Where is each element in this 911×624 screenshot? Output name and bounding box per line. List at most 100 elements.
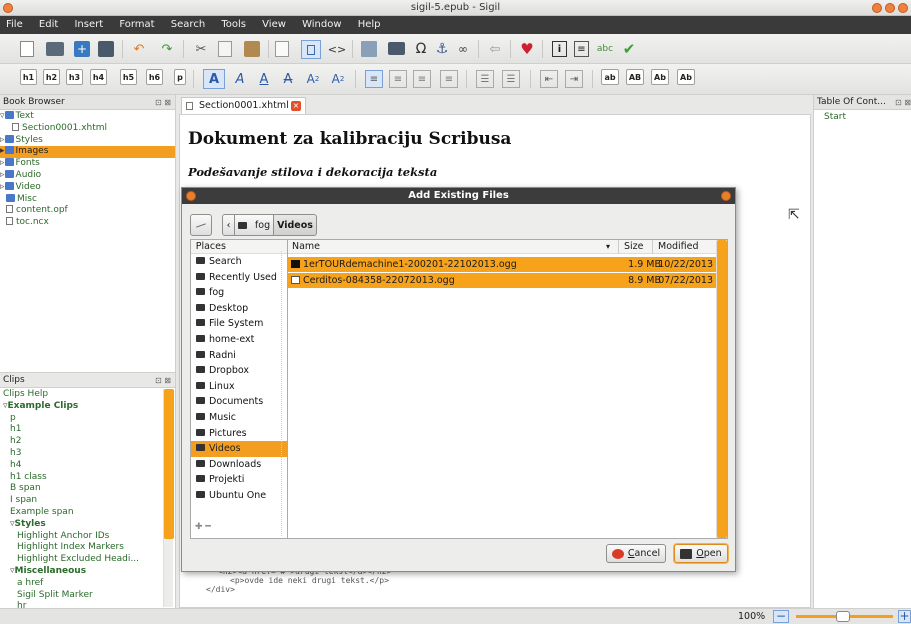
menu-help[interactable]: Help bbox=[358, 19, 381, 30]
place-item[interactable]: File System bbox=[191, 316, 287, 332]
bullet-list-icon[interactable]: ☰ bbox=[476, 70, 494, 88]
file-list-scroll-thumb[interactable] bbox=[717, 240, 727, 538]
new-file-icon[interactable] bbox=[20, 41, 34, 57]
align-left-icon[interactable]: ≡ bbox=[365, 70, 383, 88]
path-fog-button[interactable]: fog bbox=[234, 214, 274, 236]
heading-h3-button[interactable]: h3 bbox=[66, 69, 83, 85]
tree-item-styles[interactable]: ▹ Styles bbox=[0, 134, 175, 147]
clip-item[interactable]: h2 bbox=[0, 436, 163, 448]
place-item[interactable]: Desktop bbox=[191, 301, 287, 317]
tree-item-toc-ncx[interactable]: toc.ncx bbox=[0, 217, 175, 229]
dialog-close-icon[interactable] bbox=[721, 191, 731, 201]
add-file-icon[interactable]: + bbox=[74, 41, 90, 57]
window-menu-icon[interactable] bbox=[3, 3, 13, 13]
paragraph-button[interactable]: p bbox=[174, 69, 186, 85]
code-view-icon[interactable]: <> bbox=[328, 40, 346, 58]
clip-item[interactable]: a href bbox=[0, 578, 163, 590]
increase-indent-icon[interactable]: ⇥ bbox=[565, 70, 583, 88]
zoom-in-button[interactable]: + bbox=[898, 610, 911, 623]
menu-view[interactable]: View bbox=[262, 19, 286, 30]
cut-icon[interactable]: ✂ bbox=[192, 40, 210, 58]
close-window-icon[interactable] bbox=[898, 3, 908, 13]
place-item[interactable]: home-ext bbox=[191, 332, 287, 348]
tree-item-misc[interactable]: Misc bbox=[0, 193, 175, 206]
clip-item[interactable]: Example span bbox=[0, 507, 163, 519]
column-modified[interactable]: Modified bbox=[658, 240, 699, 254]
titlecase-button[interactable]: Ab bbox=[651, 69, 669, 85]
align-right-icon[interactable]: ≡ bbox=[413, 70, 431, 88]
menu-tools[interactable]: Tools bbox=[221, 19, 246, 30]
back-icon[interactable]: ⇦ bbox=[486, 40, 504, 58]
numbered-list-icon[interactable]: ☰ bbox=[502, 70, 520, 88]
italic-icon[interactable]: A bbox=[230, 69, 250, 89]
heading-h1-button[interactable]: h1 bbox=[20, 69, 37, 85]
open-folder-icon[interactable] bbox=[46, 42, 64, 56]
split-chapter-icon[interactable] bbox=[361, 41, 377, 57]
spellcheck-icon[interactable]: abc bbox=[596, 40, 614, 58]
toc-icon[interactable]: ≡ bbox=[574, 41, 589, 57]
menu-format[interactable]: Format bbox=[119, 19, 154, 30]
clip-item[interactable]: ▿Example Clips bbox=[0, 401, 163, 413]
tree-item-content-opf[interactable]: content.opf bbox=[0, 205, 175, 217]
panel-close-icon[interactable]: ⊡ ⊠ bbox=[155, 95, 171, 110]
insert-anchor-icon[interactable]: ⚓ bbox=[433, 40, 451, 58]
tree-item-video[interactable]: ▹ Video bbox=[0, 181, 175, 194]
superscript-icon[interactable]: A2 bbox=[328, 69, 348, 89]
menu-search[interactable]: Search bbox=[171, 19, 205, 30]
underline-icon[interactable]: A bbox=[254, 69, 274, 89]
place-item[interactable]: Recently Used bbox=[191, 270, 287, 286]
file-row-1[interactable]: 1erTOURdemachine1-200201-22102013.ogg 1.… bbox=[288, 257, 716, 272]
place-item[interactable]: Pictures bbox=[191, 426, 287, 442]
save-icon[interactable] bbox=[98, 41, 114, 57]
heading-h4-button[interactable]: h4 bbox=[90, 69, 107, 85]
column-name[interactable]: Name bbox=[292, 240, 320, 254]
capitalize-button[interactable]: Ab bbox=[677, 69, 695, 85]
uppercase-button[interactable]: AB bbox=[626, 69, 644, 85]
metadata-icon[interactable]: i bbox=[552, 41, 567, 57]
menu-insert[interactable]: Insert bbox=[74, 19, 103, 30]
decrease-indent-icon[interactable]: ⇤ bbox=[540, 70, 558, 88]
paste-icon[interactable] bbox=[244, 41, 260, 57]
dialog-menu-icon[interactable] bbox=[186, 191, 196, 201]
tree-item-text[interactable]: ▿ Text bbox=[0, 111, 175, 123]
cancel-button[interactable]: Cancel bbox=[606, 544, 666, 563]
menu-window[interactable]: Window bbox=[302, 19, 341, 30]
tab-close-icon[interactable]: × bbox=[291, 101, 301, 111]
validate-check-icon[interactable]: ✔ bbox=[620, 40, 638, 58]
tree-item-audio[interactable]: ▹ Audio bbox=[0, 169, 175, 182]
file-list-scrollbar[interactable] bbox=[716, 240, 727, 538]
edit-path-button[interactable] bbox=[190, 214, 212, 236]
subscript-icon[interactable]: A2 bbox=[303, 69, 323, 89]
heading-h2-button[interactable]: h2 bbox=[43, 69, 60, 85]
undo-icon[interactable]: ↶ bbox=[130, 40, 148, 58]
tree-item-fonts[interactable]: ▹ Fonts bbox=[0, 158, 175, 170]
clip-item[interactable]: h1 bbox=[0, 424, 163, 436]
heading-h6-button[interactable]: h6 bbox=[146, 69, 163, 85]
insert-link-icon[interactable]: ∞ bbox=[454, 40, 472, 58]
clip-item[interactable]: p bbox=[0, 413, 163, 425]
menu-edit[interactable]: Edit bbox=[39, 19, 58, 30]
strikethrough-icon[interactable]: A bbox=[278, 69, 298, 89]
place-item[interactable]: Projekti bbox=[191, 472, 287, 488]
copy-icon[interactable] bbox=[218, 41, 232, 57]
align-center-icon[interactable]: ≡ bbox=[389, 70, 407, 88]
zoom-slider-handle[interactable] bbox=[836, 611, 850, 622]
heading-h5-button[interactable]: h5 bbox=[120, 69, 137, 85]
align-justify-icon[interactable]: ≡ bbox=[440, 70, 458, 88]
clip-item[interactable]: B span bbox=[0, 483, 163, 495]
clip-item[interactable]: Highlight Anchor IDs bbox=[0, 531, 163, 543]
lowercase-button[interactable]: ab bbox=[601, 69, 619, 85]
maximize-icon[interactable] bbox=[885, 3, 895, 13]
clip-item[interactable]: I span bbox=[0, 495, 163, 507]
open-button[interactable]: Open bbox=[674, 544, 728, 563]
clip-item[interactable]: h3 bbox=[0, 448, 163, 460]
tree-item-images[interactable]: ▸ Images bbox=[0, 146, 175, 159]
clip-item[interactable]: h4 bbox=[0, 460, 163, 472]
clip-item[interactable]: Highlight Index Markers bbox=[0, 542, 163, 554]
file-row-2[interactable]: Cerditos-084358-22072013.ogg 8.9 MB 07/2… bbox=[288, 273, 716, 288]
minimize-icon[interactable] bbox=[872, 3, 882, 13]
insert-special-char-icon[interactable]: Ω bbox=[412, 40, 430, 58]
places-add-remove[interactable]: ✚ ━ bbox=[195, 522, 211, 532]
clip-item[interactable]: Highlight Excluded Headi... bbox=[0, 554, 163, 566]
place-item[interactable]: Music bbox=[191, 410, 287, 426]
